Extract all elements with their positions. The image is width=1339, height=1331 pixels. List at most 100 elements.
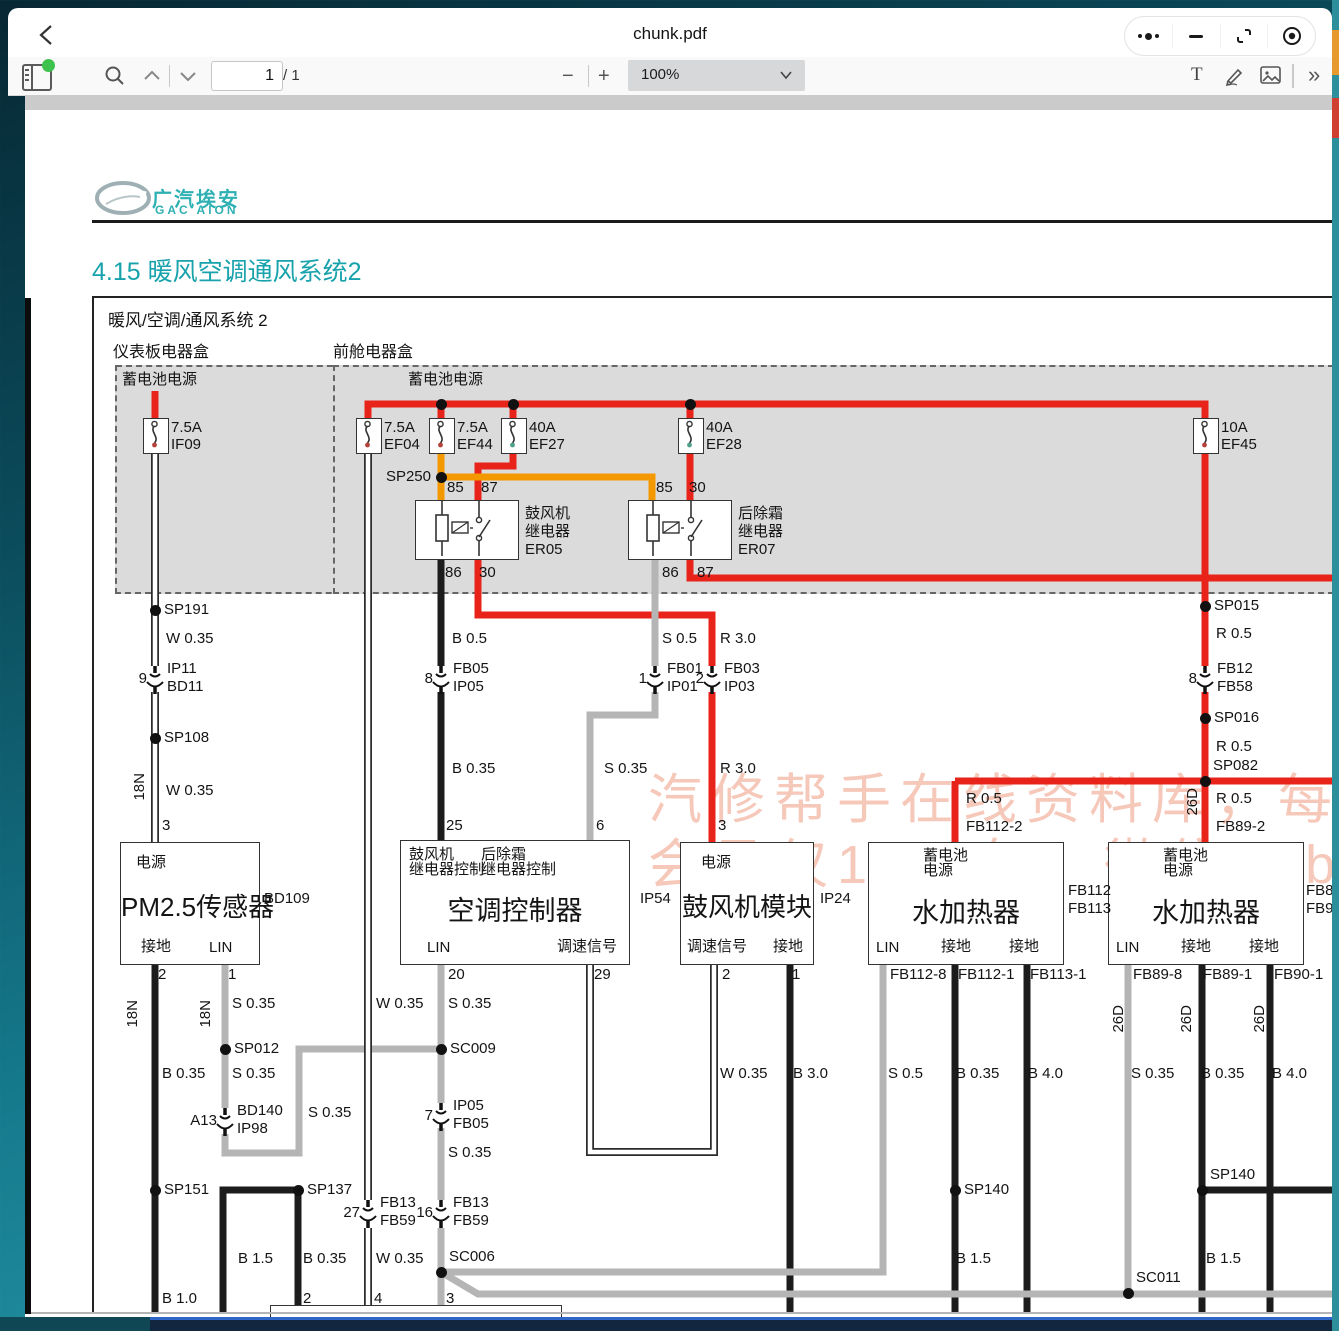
zoom-level-select[interactable]: 100% xyxy=(628,60,805,91)
battery-power-label: 蓄电池电源 xyxy=(408,368,483,389)
zoom-in-button[interactable]: + xyxy=(598,65,610,88)
port-label: 电源 xyxy=(701,851,731,872)
component-title: 空调控制器 xyxy=(401,889,629,928)
zoom-level-value: 100% xyxy=(641,66,679,83)
water-heater2-box: 蓄电池电源 水加热器 LIN 接地 接地 xyxy=(1108,842,1304,965)
text-tool-button[interactable]: T xyxy=(1191,64,1203,86)
port-label: LIN xyxy=(209,939,232,956)
relay-symbol-icon xyxy=(416,501,515,556)
port-label: 接地 xyxy=(1009,935,1039,956)
diagram-frame-top xyxy=(92,296,1332,298)
water-heater1-box: 蓄电池电源 水加热器 LIN 接地 接地 xyxy=(868,842,1064,965)
target-circle-icon xyxy=(1282,26,1302,46)
viewer-background xyxy=(25,95,1332,110)
more-tools-button[interactable]: » xyxy=(1308,62,1320,88)
chevron-down-icon xyxy=(779,70,793,80)
heater1-connector-id2: FB113 xyxy=(1068,900,1111,917)
page-bottom-edge xyxy=(25,1312,1332,1314)
more-options-button[interactable] xyxy=(1125,24,1172,48)
insert-image-button[interactable] xyxy=(1260,66,1281,90)
port-label: 接地 xyxy=(1181,935,1211,956)
ac-controller-box: 鼓风机继电器控制 后除霜继电器控制 空调控制器 LIN 调速信号 xyxy=(400,840,630,965)
port-label: 接地 xyxy=(1249,935,1279,956)
relay-pin: 85 xyxy=(447,479,464,496)
divider xyxy=(169,65,170,87)
ip-box-label: 仪表板电器盒 xyxy=(113,338,209,362)
diagram-frame-left xyxy=(92,296,94,1314)
close-button[interactable] xyxy=(1267,24,1315,48)
rear-defrost-relay-name: 后除霜继电器ER07 xyxy=(738,505,783,559)
side-tab-orange xyxy=(1332,30,1339,75)
page-total-label: / 1 xyxy=(283,67,300,84)
battery-power-label: 蓄电池电源 xyxy=(122,368,197,389)
relay-symbol-icon xyxy=(629,501,728,556)
port-label: 鼓风机继电器控制 xyxy=(409,847,484,877)
pm25-connector-id: BD109 xyxy=(264,890,310,907)
pdf-toolbar: 1 / 1 − + 100% T » xyxy=(8,57,1332,96)
component-title: 水加热器 xyxy=(1109,891,1303,930)
component-title: PM2.5传感器 xyxy=(121,887,259,924)
title-bar: chunk.pdf xyxy=(8,8,1332,58)
relay-pin: 87 xyxy=(481,479,498,496)
blower-relay: 85 87 86 30 xyxy=(415,500,519,560)
port-label: 接地 xyxy=(941,935,971,956)
minimize-button[interactable] xyxy=(1172,24,1220,48)
port-label: 调速信号 xyxy=(687,935,747,956)
rear-defrost-relay: 85 30 86 87 xyxy=(628,500,732,560)
annotate-pen-button[interactable] xyxy=(1224,65,1246,92)
port-label: 调速信号 xyxy=(557,935,617,956)
engine-box-label: 前舱电器盒 xyxy=(333,338,413,362)
port-label: 后除霜继电器控制 xyxy=(481,847,556,877)
blower-module-box: 电源 鼓风机模块 调速信号 接地 xyxy=(680,842,814,965)
component-title: 水加热器 xyxy=(869,891,1063,930)
port-label: 接地 xyxy=(141,935,171,956)
relay-pin: 30 xyxy=(689,479,706,496)
port-label: 蓄电池电源 xyxy=(1163,848,1208,878)
port-label: 接地 xyxy=(773,935,803,956)
ellipsis-icon xyxy=(1138,33,1159,40)
pen-icon xyxy=(1224,65,1246,87)
logo-english-text: GAC AION xyxy=(155,203,239,217)
ac-connector-id: IP54 xyxy=(640,890,671,907)
resize-button[interactable] xyxy=(1220,24,1268,48)
port-label: 电源 xyxy=(136,851,166,872)
relay-pin: 30 xyxy=(479,564,496,581)
zoom-out-button[interactable]: − xyxy=(562,65,574,88)
bottom-blue-line xyxy=(150,1317,1339,1320)
pm25-sensor-box: 电源 PM2.5传感器 接地 LIN xyxy=(120,842,260,965)
header-rule xyxy=(92,220,1332,223)
port-label: LIN xyxy=(427,939,450,956)
minimize-icon xyxy=(1189,35,1203,38)
next-page-button[interactable] xyxy=(178,69,198,88)
relay-pin: 86 xyxy=(662,564,679,581)
prev-page-button[interactable] xyxy=(142,69,162,88)
bottom-strip-left xyxy=(0,1317,150,1331)
divider xyxy=(588,65,589,87)
page-left-bar xyxy=(25,298,31,1314)
blower-relay-name: 鼓风机继电器ER05 xyxy=(525,505,570,559)
section-heading: 4.15 暖风空调通风系统2 xyxy=(92,252,362,288)
resize-icon xyxy=(1235,27,1253,45)
port-label: 蓄电池电源 xyxy=(923,848,968,878)
port-label: LIN xyxy=(876,939,899,956)
blower-connector-id: IP24 xyxy=(820,890,851,907)
side-tab-red xyxy=(1332,98,1339,138)
page-number-input[interactable]: 1 xyxy=(211,61,283,91)
diagram-title: 暖风/空调/通风系统 2 xyxy=(108,306,268,331)
pdf-page[interactable] xyxy=(25,110,1332,1317)
heater1-connector-id1: FB112 xyxy=(1068,882,1111,899)
relay-pin: 87 xyxy=(697,564,714,581)
component-title: 鼓风机模块 xyxy=(681,887,813,924)
right-edge-band xyxy=(1332,0,1339,1331)
status-green-dot xyxy=(42,59,55,72)
search-icon[interactable] xyxy=(104,65,126,92)
window-controls xyxy=(1124,16,1316,56)
chevron-down-icon xyxy=(178,69,198,83)
port-label: LIN xyxy=(1116,939,1139,956)
chevron-up-icon xyxy=(142,69,162,83)
divider xyxy=(1292,64,1294,88)
image-icon xyxy=(1260,66,1281,85)
relay-pin: 85 xyxy=(656,479,673,496)
relay-pin: 86 xyxy=(445,564,462,581)
gac-aion-logo-icon xyxy=(94,180,152,221)
